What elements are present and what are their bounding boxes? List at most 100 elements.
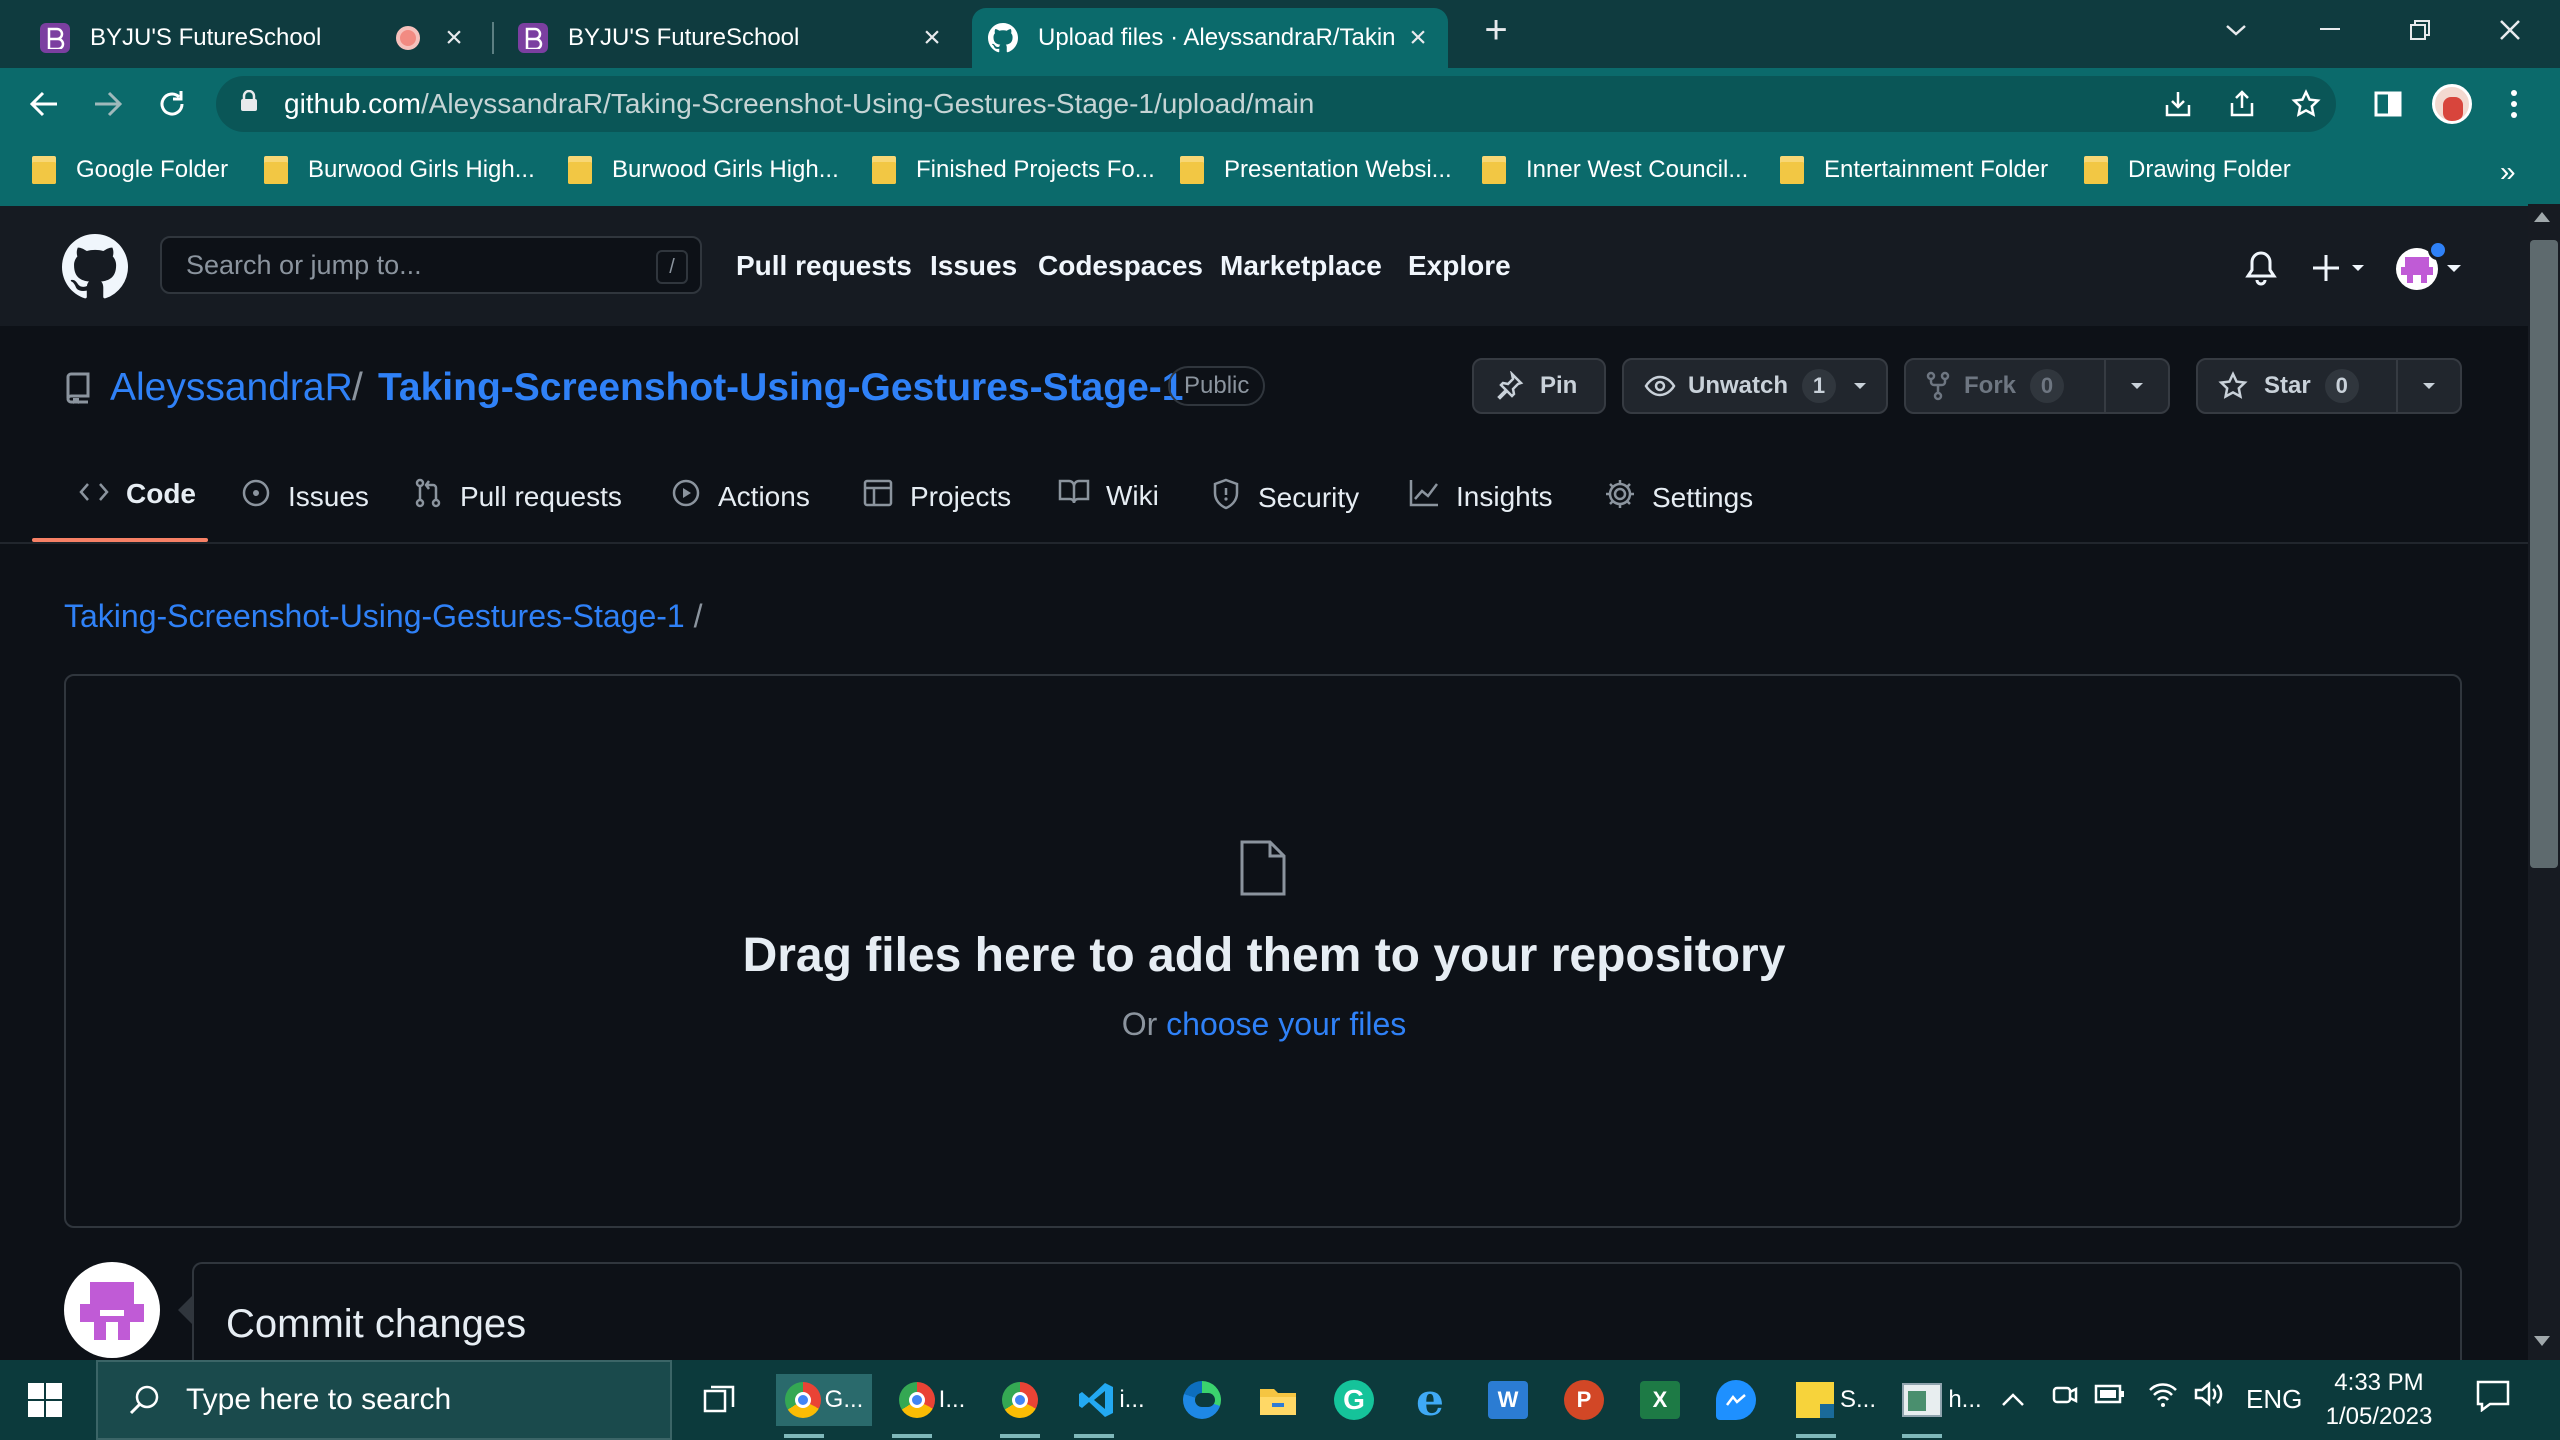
taskbar-window-app[interactable]: h...: [1894, 1374, 1990, 1438]
tab-insights[interactable]: Insights: [1408, 478, 1553, 515]
table-icon: [862, 478, 894, 515]
show-hidden-icons-chevron-icon[interactable]: [2000, 1384, 2026, 1415]
bookmark-item[interactable]: Finished Projects Fo...: [872, 156, 1155, 184]
tab-actions[interactable]: Actions: [670, 478, 810, 515]
more-bookmarks-icon[interactable]: »: [2500, 156, 2516, 188]
fork-button[interactable]: Fork 0: [1904, 358, 2170, 414]
bookmark-item[interactable]: Burwood Girls High...: [264, 156, 535, 184]
meet-now-icon[interactable]: [2050, 1380, 2078, 1417]
tab-label: Actions: [718, 480, 810, 512]
minimize-button[interactable]: [2294, 8, 2366, 52]
close-icon[interactable]: ×: [1404, 21, 1432, 55]
chrome-icon: [898, 1382, 935, 1418]
bookmark-item[interactable]: Drawing Folder: [2084, 156, 2291, 184]
internet-explorer-icon[interactable]: e: [1402, 1374, 1458, 1426]
unwatch-button[interactable]: Unwatch 1: [1622, 358, 1888, 414]
nav-marketplace[interactable]: Marketplace: [1220, 250, 1382, 282]
commit-changes-panel: [192, 1262, 2462, 1362]
nav-pull-requests[interactable]: Pull requests: [736, 250, 912, 282]
pin-button[interactable]: Pin: [1472, 358, 1606, 414]
address-bar[interactable]: github.com/AleyssandraR/Taking-Screensho…: [216, 76, 2336, 132]
install-app-icon[interactable]: [2154, 80, 2202, 128]
forward-arrow-icon[interactable]: [84, 80, 132, 128]
browser-tab-1[interactable]: BYJU'S FutureSchool ×: [24, 8, 484, 68]
wifi-icon[interactable]: [2148, 1380, 2178, 1415]
nav-codespaces[interactable]: Codespaces: [1038, 250, 1203, 282]
taskbar-chrome-app[interactable]: [992, 1374, 1048, 1438]
notification-bell-icon[interactable]: [2244, 250, 2278, 291]
messenger-icon[interactable]: [1708, 1374, 1764, 1426]
taskbar-vscode-app[interactable]: i...: [1066, 1374, 1156, 1438]
tab-wiki[interactable]: Wiki: [1058, 478, 1159, 513]
taskbar-sticky-notes-app[interactable]: S...: [1788, 1374, 1884, 1438]
nav-explore[interactable]: Explore: [1408, 250, 1511, 282]
star-button[interactable]: Star 0: [2196, 358, 2462, 414]
browser-tab-strip: BYJU'S FutureSchool × BYJU'S FutureSchoo…: [0, 0, 2560, 68]
nav-issues[interactable]: Issues: [930, 250, 1017, 282]
pull-request-icon: [412, 478, 444, 515]
tab-code[interactable]: Code: [78, 478, 196, 510]
windows-start-icon[interactable]: [16, 1374, 74, 1426]
file-explorer-icon[interactable]: [1250, 1374, 1306, 1426]
notification-center-icon[interactable]: [2476, 1380, 2510, 1419]
grammarly-icon[interactable]: G: [1326, 1374, 1382, 1426]
excel-icon[interactable]: X: [1632, 1374, 1688, 1426]
bookmark-item[interactable]: Burwood Girls High...: [568, 156, 839, 184]
scroll-up-arrow-icon[interactable]: [2534, 212, 2550, 222]
tab-pull-requests[interactable]: Pull requests: [412, 478, 622, 515]
browser-tab-2[interactable]: BYJU'S FutureSchool ×: [502, 8, 962, 68]
scroll-down-arrow-icon[interactable]: [2534, 1336, 2550, 1346]
scrollbar-thumb[interactable]: [2530, 240, 2558, 868]
tab-search-chevron-icon[interactable]: [2200, 8, 2272, 52]
tab-settings[interactable]: Settings: [1604, 478, 1753, 517]
clock[interactable]: 4:33 PM 1/05/2023: [2324, 1366, 2434, 1434]
close-icon[interactable]: ×: [918, 21, 946, 55]
language-indicator[interactable]: ENG: [2246, 1384, 2302, 1415]
word-icon[interactable]: W: [1480, 1374, 1536, 1426]
browser-tab-3-active[interactable]: Upload files · AleyssandraR/Takin ×: [972, 8, 1448, 68]
taskbar-search-input[interactable]: Type here to search: [96, 1360, 672, 1440]
volume-icon[interactable]: [2194, 1380, 2224, 1415]
tab-issues[interactable]: Issues: [240, 478, 369, 515]
visibility-badge: Public: [1168, 366, 1266, 406]
taskbar-chrome-app[interactable]: G...: [776, 1374, 872, 1438]
bookmark-item[interactable]: Inner West Council...: [1482, 156, 1748, 184]
bookmark-item[interactable]: Google Folder: [32, 156, 228, 184]
breadcrumb-repo-link[interactable]: Taking-Screenshot-Using-Gestures-Stage-1: [64, 598, 685, 634]
tab-projects[interactable]: Projects: [862, 478, 1011, 515]
create-new-plus-icon[interactable]: [2312, 252, 2372, 284]
profile-avatar[interactable]: [2428, 80, 2476, 128]
user-avatar-menu[interactable]: [2396, 240, 2464, 290]
battery-icon[interactable]: [2094, 1382, 2126, 1413]
commit-changes-title: Commit changes: [226, 1302, 527, 1346]
bookmark-star-icon[interactable]: [2282, 80, 2330, 128]
choose-files-link[interactable]: choose your files: [1166, 1006, 1406, 1042]
back-arrow-icon[interactable]: [20, 80, 68, 128]
bookmark-item[interactable]: Entertainment Folder: [1780, 156, 2048, 184]
close-icon[interactable]: ×: [440, 21, 468, 55]
chevron-down-icon[interactable]: [2104, 360, 2168, 412]
bookmark-item[interactable]: Presentation Websi...: [1180, 156, 1452, 184]
tab-security[interactable]: Security: [1210, 478, 1359, 517]
repo-name-link[interactable]: Taking-Screenshot-Using-Gestures-Stage-1: [378, 366, 1183, 410]
chevron-down-icon[interactable]: [2396, 360, 2460, 412]
side-panel-icon[interactable]: [2364, 80, 2412, 128]
task-view-icon[interactable]: [692, 1374, 748, 1426]
more-menu-icon[interactable]: [2490, 80, 2538, 128]
reload-icon[interactable]: [148, 80, 196, 128]
taskbar-chrome-app[interactable]: I...: [884, 1374, 980, 1438]
repo-owner-link[interactable]: AleyssandraR: [110, 366, 353, 410]
new-tab-button[interactable]: +: [1460, 8, 1532, 52]
drop-zone-title: Drag files here to add them to your repo…: [742, 929, 1786, 982]
github-search-input[interactable]: Search or jump to... /: [160, 236, 702, 294]
close-window-button[interactable]: [2474, 8, 2546, 52]
powerpoint-icon[interactable]: P: [1556, 1374, 1612, 1426]
folder-icon: [568, 156, 592, 184]
edge-icon[interactable]: [1174, 1374, 1230, 1426]
restore-button[interactable]: [2384, 8, 2456, 52]
unwatch-label: Unwatch: [1688, 372, 1789, 399]
byjus-icon: [40, 23, 70, 53]
share-icon[interactable]: [2218, 80, 2266, 128]
github-logo-icon[interactable]: [62, 234, 128, 305]
drop-or-text: Or: [1121, 1006, 1158, 1042]
